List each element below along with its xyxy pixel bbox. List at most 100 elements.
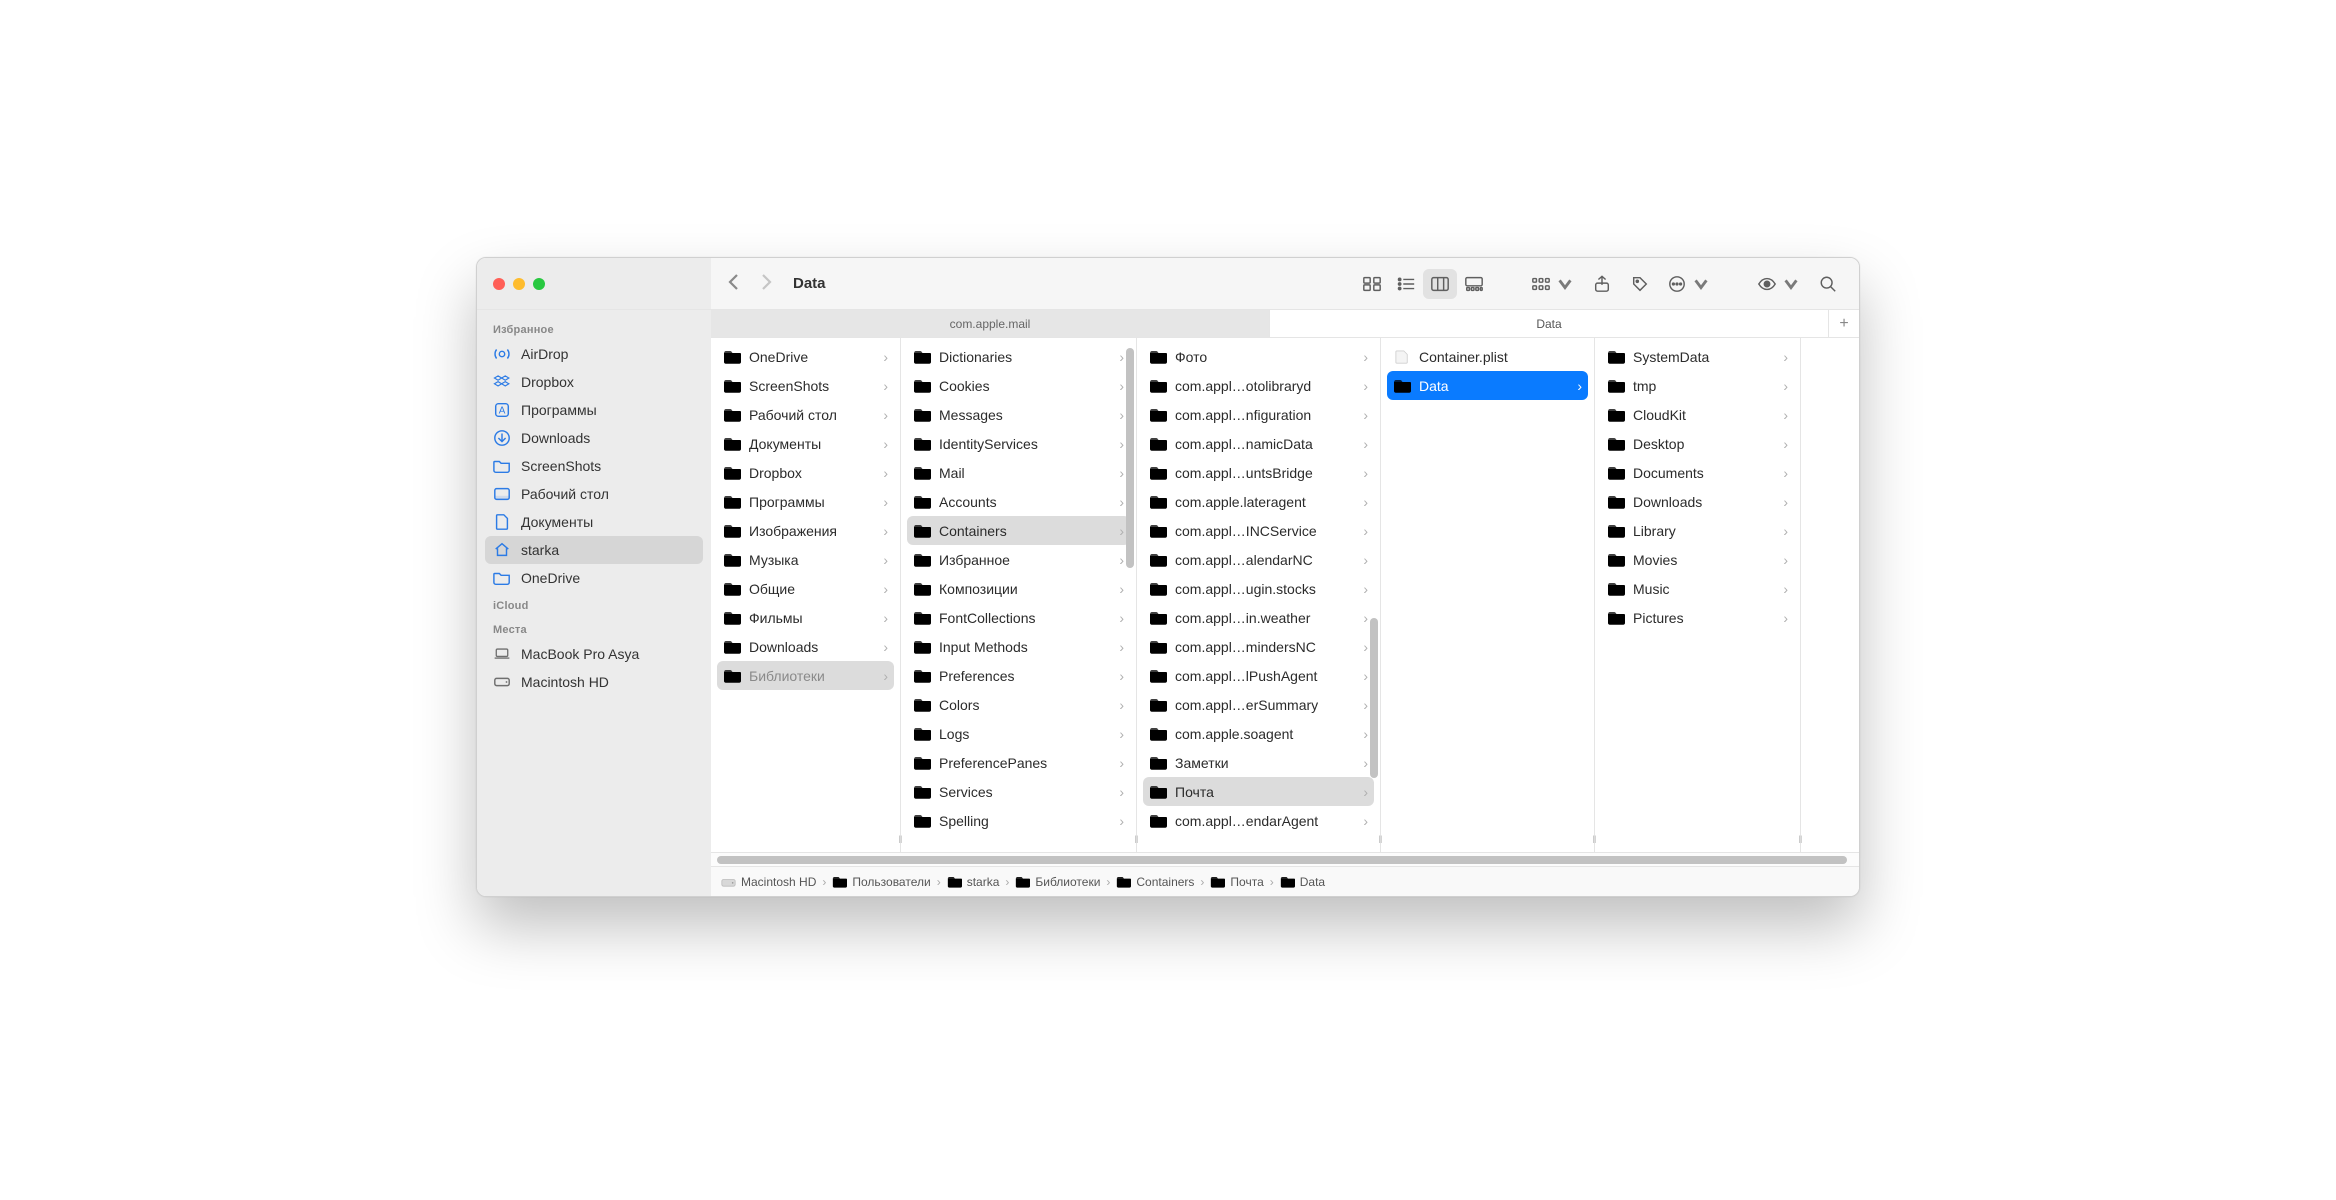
folder-row[interactable]: com.appl…ugin.stocks›: [1143, 574, 1374, 603]
actions-button[interactable]: [1661, 269, 1717, 299]
folder-row[interactable]: com.appl…in.weather›: [1143, 603, 1374, 632]
sidebar-item[interactable]: Рабочий стол: [485, 480, 703, 508]
zoom-button[interactable]: [533, 278, 545, 290]
sidebar-item[interactable]: Macintosh HD: [485, 668, 703, 696]
folder-row[interactable]: Colors›: [907, 690, 1130, 719]
new-tab-button[interactable]: +: [1829, 310, 1859, 337]
folder-row[interactable]: FontCollections›: [907, 603, 1130, 632]
folder-row[interactable]: Input Methods›: [907, 632, 1130, 661]
path-segment[interactable]: Почта: [1210, 875, 1263, 889]
folder-row[interactable]: Containers›: [907, 516, 1130, 545]
folder-row[interactable]: Desktop›: [1601, 429, 1794, 458]
vertical-scrollbar[interactable]: [1126, 338, 1134, 852]
folder-row[interactable]: Cookies›: [907, 371, 1130, 400]
column-resize-grip[interactable]: ‖: [1798, 835, 1803, 846]
folder-row[interactable]: com.appl…endarAgent›: [1143, 806, 1374, 835]
folder-row[interactable]: PreferencePanes›: [907, 748, 1130, 777]
file-row[interactable]: Container.plist: [1387, 342, 1588, 371]
sidebar-item[interactable]: AirDrop: [485, 340, 703, 368]
minimize-button[interactable]: [513, 278, 525, 290]
path-segment[interactable]: Containers: [1116, 875, 1194, 889]
nav-forward-button[interactable]: [757, 273, 775, 294]
folder-row[interactable]: CloudKit›: [1601, 400, 1794, 429]
folder-row[interactable]: Messages›: [907, 400, 1130, 429]
path-segment[interactable]: Пользователи: [832, 875, 930, 889]
tags-button[interactable]: [1623, 269, 1657, 299]
folder-row[interactable]: Accounts›: [907, 487, 1130, 516]
tab-active[interactable]: Data: [1270, 310, 1829, 337]
folder-row[interactable]: Программы›: [717, 487, 894, 516]
folder-row[interactable]: Dictionaries›: [907, 342, 1130, 371]
view-columns-button[interactable]: [1423, 269, 1457, 299]
horizontal-scrollbar[interactable]: [711, 852, 1859, 866]
sidebar-item[interactable]: OneDrive: [485, 564, 703, 592]
folder-row[interactable]: Избранное›: [907, 545, 1130, 574]
folder-row[interactable]: com.appl…namicData›: [1143, 429, 1374, 458]
folder-row[interactable]: Documents›: [1601, 458, 1794, 487]
view-list-button[interactable]: [1389, 269, 1423, 299]
folder-row[interactable]: Почта›: [1143, 777, 1374, 806]
folder-row[interactable]: com.appl…lPushAgent›: [1143, 661, 1374, 690]
folder-row[interactable]: tmp›: [1601, 371, 1794, 400]
sidebar-item[interactable]: AПрограммы: [485, 396, 703, 424]
preview-toggle-button[interactable]: [1751, 269, 1807, 299]
folder-row[interactable]: Документы›: [717, 429, 894, 458]
folder-row[interactable]: com.appl…otolibraryd›: [1143, 371, 1374, 400]
sidebar-item[interactable]: Downloads: [485, 424, 703, 452]
folder-row[interactable]: Dropbox›: [717, 458, 894, 487]
folder-row[interactable]: Downloads›: [1601, 487, 1794, 516]
view-icons-button[interactable]: [1355, 269, 1389, 299]
folder-row[interactable]: Movies›: [1601, 545, 1794, 574]
view-gallery-button[interactable]: [1457, 269, 1491, 299]
folder-row[interactable]: com.appl…untsBridge›: [1143, 458, 1374, 487]
sidebar-item[interactable]: starka: [485, 536, 703, 564]
nav-back-button[interactable]: [725, 273, 743, 294]
path-segment[interactable]: Macintosh HD: [721, 875, 816, 889]
share-button[interactable]: [1585, 269, 1619, 299]
folder-row[interactable]: Рабочий стол›: [717, 400, 894, 429]
group-by-button[interactable]: [1525, 269, 1581, 299]
sidebar-item[interactable]: MacBook Pro Asya: [485, 640, 703, 668]
folder-row[interactable]: ScreenShots›: [717, 371, 894, 400]
close-button[interactable]: [493, 278, 505, 290]
folder-row[interactable]: com.apple.soagent›: [1143, 719, 1374, 748]
folder-row[interactable]: Preferences›: [907, 661, 1130, 690]
sidebar-item[interactable]: ScreenShots: [485, 452, 703, 480]
folder-row[interactable]: OneDrive›: [717, 342, 894, 371]
folder-row[interactable]: Library›: [1601, 516, 1794, 545]
folder-row[interactable]: IdentityServices›: [907, 429, 1130, 458]
folder-row[interactable]: Music›: [1601, 574, 1794, 603]
folder-row[interactable]: com.appl…nfiguration›: [1143, 400, 1374, 429]
folder-row[interactable]: Spelling›: [907, 806, 1130, 835]
folder-row[interactable]: Библиотеки›: [717, 661, 894, 690]
folder-row[interactable]: Изображения›: [717, 516, 894, 545]
folder-row[interactable]: Фильмы›: [717, 603, 894, 632]
folder-row[interactable]: com.appl…mindersNC›: [1143, 632, 1374, 661]
folder-row[interactable]: Фото›: [1143, 342, 1374, 371]
folder-row[interactable]: Заметки›: [1143, 748, 1374, 777]
vertical-scrollbar[interactable]: [1370, 338, 1378, 852]
folder-row[interactable]: Logs›: [907, 719, 1130, 748]
folder-row[interactable]: Композиции›: [907, 574, 1130, 603]
folder-row[interactable]: com.apple.lateragent›: [1143, 487, 1374, 516]
chevron-right-icon: ›: [1119, 669, 1124, 683]
path-segment[interactable]: Библиотеки: [1015, 875, 1100, 889]
tab-inactive[interactable]: com.apple.mail: [711, 310, 1270, 337]
path-segment[interactable]: starka: [947, 875, 1000, 889]
sidebar-item[interactable]: Документы: [485, 508, 703, 536]
folder-row[interactable]: com.appl…erSummary›: [1143, 690, 1374, 719]
folder-row[interactable]: Services›: [907, 777, 1130, 806]
folder-row[interactable]: Downloads›: [717, 632, 894, 661]
path-segment[interactable]: Data: [1280, 875, 1325, 889]
folder-row[interactable]: Data›: [1387, 371, 1588, 400]
folder-row[interactable]: com.appl…alendarNC›: [1143, 545, 1374, 574]
chevron-right-icon: ›: [1363, 756, 1368, 770]
sidebar-item[interactable]: Dropbox: [485, 368, 703, 396]
folder-row[interactable]: com.appl…INCService›: [1143, 516, 1374, 545]
folder-row[interactable]: Pictures›: [1601, 603, 1794, 632]
folder-row[interactable]: Музыка›: [717, 545, 894, 574]
folder-row[interactable]: Общие›: [717, 574, 894, 603]
folder-row[interactable]: Mail›: [907, 458, 1130, 487]
search-button[interactable]: [1811, 269, 1845, 299]
folder-row[interactable]: SystemData›: [1601, 342, 1794, 371]
